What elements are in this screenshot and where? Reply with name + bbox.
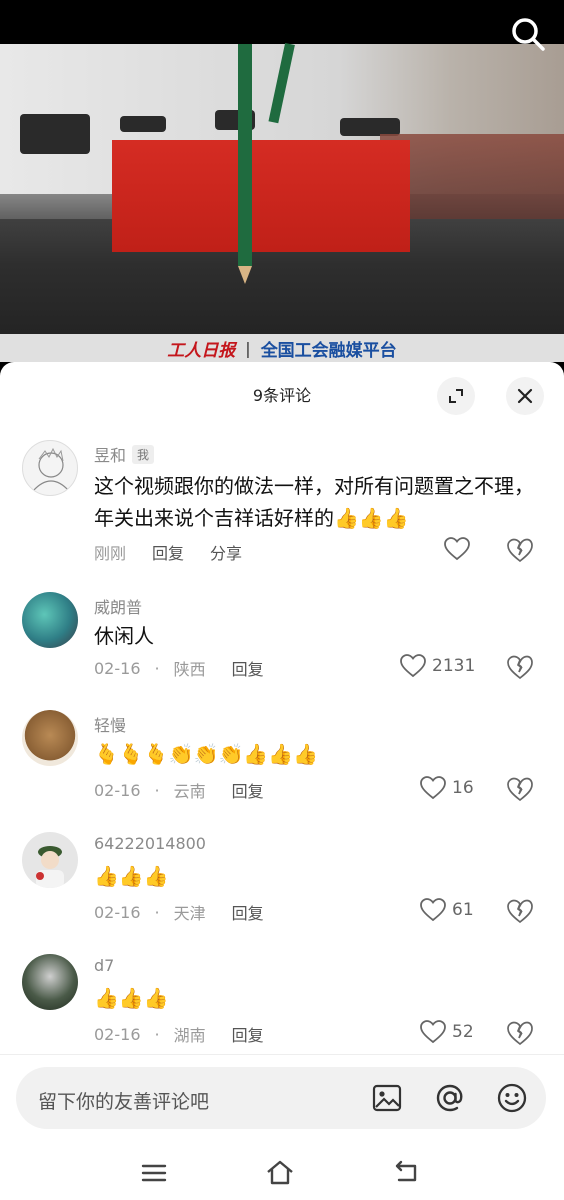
at-icon[interactable] [434, 1082, 466, 1114]
reply-button[interactable]: 回复 [232, 778, 264, 802]
broken-heart-icon[interactable] [506, 776, 534, 804]
comment-date: 02-16 [94, 1024, 141, 1044]
heart-icon [420, 1020, 446, 1044]
reply-button[interactable]: 回复 [232, 900, 264, 924]
comment-date: 02-16 [94, 780, 141, 800]
comment-emojis: 👍👍👍 [334, 506, 409, 530]
watermark-banner: 工人日报 | 全国工会融媒平台 [0, 334, 564, 362]
like-button[interactable]: 16 [420, 776, 474, 800]
comment-date: 02-16 [94, 658, 141, 678]
comment-text-body: 这个视频跟你的做法一样，对所有问题置之不理，年关出来说个吉祥话好样的 [94, 474, 534, 530]
close-icon[interactable] [506, 377, 544, 415]
reply-button[interactable]: 回复 [152, 540, 184, 564]
comment-text: 🫰🫰🫰👏👏👏👍👍👍 [94, 738, 544, 770]
comment-emojis: 👍👍👍 [94, 986, 169, 1010]
like-button[interactable]: 2131 [400, 654, 475, 678]
comment-input-bar: 留下你的友善评论吧 [0, 1054, 564, 1144]
comment-username[interactable]: 轻慢 [94, 712, 126, 736]
smiley-icon[interactable] [496, 1082, 528, 1114]
comment-username[interactable]: 威朗普 [94, 594, 142, 618]
comment-username[interactable]: 64222014800 [94, 834, 206, 853]
share-button[interactable]: 分享 [210, 540, 242, 564]
comment-meta: 02-16 · 湖南 回复 [94, 1022, 278, 1046]
broken-heart-icon[interactable] [506, 537, 534, 565]
banner-separator: | [245, 338, 251, 358]
banner-logo: 工人日报 [167, 340, 236, 361]
comment-username[interactable]: d7 [94, 956, 114, 975]
broken-heart-icon[interactable] [506, 1020, 534, 1048]
meta-dot: · [154, 902, 160, 922]
reply-button[interactable]: 回复 [232, 656, 264, 680]
comment-input-placeholder[interactable]: 留下你的友善评论吧 [38, 1087, 209, 1114]
chair [20, 114, 90, 154]
video-frame [0, 42, 564, 334]
image-icon[interactable] [371, 1082, 403, 1114]
comment-meta: 02-16 · 陕西 回复 [94, 656, 278, 680]
expand-icon[interactable] [437, 377, 475, 415]
comment-location: 云南 [173, 782, 206, 801]
comment-username[interactable]: 昱和我 [94, 442, 155, 466]
comment-emojis: 👍👍👍 [94, 864, 169, 888]
heart-icon [400, 654, 426, 678]
me-tag: 我 [132, 445, 155, 464]
like-button[interactable]: 52 [420, 1020, 474, 1044]
comment-meta: 刚刚 回复 分享 [94, 540, 256, 564]
home-icon[interactable] [265, 1158, 295, 1188]
avatar[interactable] [22, 592, 78, 648]
comments-count-title: 9条评论 [252, 386, 312, 405]
like-button[interactable]: 61 [420, 898, 474, 922]
comment-date: 02-16 [94, 902, 141, 922]
heart-icon [444, 537, 470, 561]
comment-location: 天津 [173, 904, 206, 923]
video-player[interactable]: 工人日报 | 全国工会融媒平台 [0, 0, 564, 365]
like-button[interactable] [444, 537, 470, 561]
like-count: 2131 [432, 656, 476, 676]
avatar[interactable] [22, 954, 78, 1010]
avatar[interactable] [22, 832, 78, 888]
comment-meta: 02-16 · 云南 回复 [94, 778, 278, 802]
comment-text: 👍👍👍 [94, 860, 544, 892]
comment-emojis: 🫰🫰🫰👏👏👏👍👍👍 [94, 742, 319, 766]
like-count: 61 [452, 900, 474, 920]
red-box [112, 140, 410, 252]
avatar[interactable] [22, 440, 78, 496]
like-count: 52 [452, 1022, 474, 1042]
back-icon[interactable] [391, 1158, 421, 1188]
comment-meta: 02-16 · 天津 回复 [94, 900, 278, 924]
avatar[interactable] [22, 710, 78, 766]
comment-text: 休闲人 [94, 624, 154, 648]
menu-icon[interactable] [139, 1158, 169, 1188]
heart-icon [420, 776, 446, 800]
broken-heart-icon[interactable] [506, 654, 534, 682]
heart-icon [420, 898, 446, 922]
search-icon[interactable] [510, 16, 546, 52]
system-navigation-bar [0, 1144, 564, 1200]
comment-location: 陕西 [173, 660, 206, 679]
reply-button[interactable]: 回复 [232, 1022, 264, 1046]
comment-text: 这个视频跟你的做法一样，对所有问题置之不理，年关出来说个吉祥话好样的👍👍👍 [94, 470, 544, 534]
comment-input[interactable]: 留下你的友善评论吧 [16, 1067, 546, 1129]
meta-dot: · [154, 1024, 160, 1044]
comment-time: 刚刚 [94, 544, 127, 563]
comments-sheet: 9条评论 昱和我 这个视频跟你的做法一样，对所有问题置之不理，年关出来说个吉祥话… [0, 362, 564, 1054]
like-count: 16 [452, 778, 474, 798]
username-text[interactable]: 昱和 [94, 446, 126, 465]
meta-dot: · [154, 780, 160, 800]
banner-text: 全国工会融媒平台 [260, 340, 397, 361]
chair [120, 116, 166, 132]
comment-text: 👍👍👍 [94, 982, 544, 1014]
meta-dot: · [154, 658, 160, 678]
comment-location: 湖南 [173, 1026, 206, 1045]
pencil [238, 44, 252, 284]
broken-heart-icon[interactable] [506, 898, 534, 926]
